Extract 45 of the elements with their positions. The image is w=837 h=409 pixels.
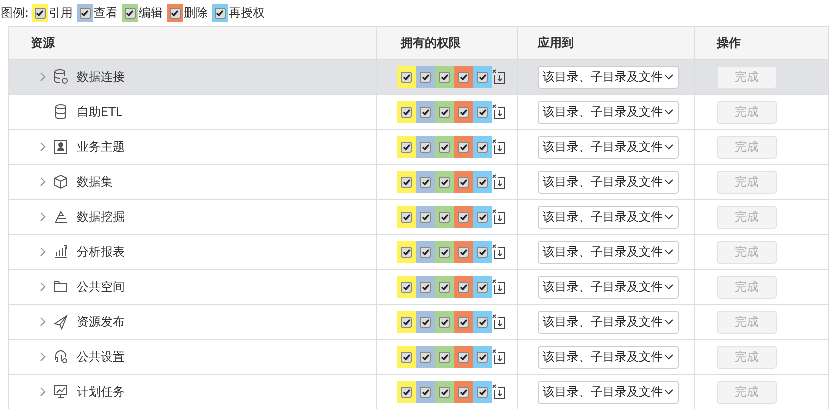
column-header: 拥有的权限 [401,34,461,52]
column-header: 操作 [717,34,741,52]
resource-name: 数据连接 [77,68,125,86]
caret-icon [664,319,674,325]
person-board-icon [53,139,69,155]
resource-name: 自助ETL [77,104,123,120]
resource-name: 计划任务 [77,384,125,400]
folder-icon [53,279,69,295]
checkbox[interactable] [124,8,136,18]
bar-chart-icon [53,244,69,260]
caret-icon [664,249,674,255]
checkbox[interactable] [80,8,91,18]
legend-item-label: 再授权 [229,4,266,22]
mining-icon [53,209,69,225]
legend-item-label: 查看 [94,4,118,22]
presentation-chart-icon [53,384,69,400]
checkbox[interactable] [214,8,226,18]
resource-name: 公共空间 [77,278,125,296]
caret-icon [664,284,674,290]
checkbox[interactable] [170,8,181,18]
column-header: 资源 [31,34,55,52]
resource-name: 数据集 [77,174,113,190]
paper-plane-icon [53,314,69,330]
resource-name: 数据挖掘 [77,208,125,226]
resource-name: 业务主题 [77,138,125,156]
caret-icon [664,74,674,80]
resource-name: 分析报表 [77,244,125,260]
caret-icon [664,354,674,360]
caret-icon [664,179,674,185]
legend-item-label: 编辑 [139,4,164,22]
caret-icon [664,144,674,150]
caret-icon [664,389,674,395]
resource-name: 资源发布 [77,314,125,330]
column-header: 应用到 [538,34,574,52]
database-icon [53,104,69,120]
legend-label: 图例: [1,4,30,22]
cube-icon [53,174,69,190]
legend-item-label: 引用 [49,4,74,22]
legend-item-label: 删除 [184,4,208,22]
caret-icon [664,109,674,115]
resource-name: 公共设置 [77,348,125,366]
caret-icon [664,214,674,220]
database-gear-icon [53,69,69,85]
checkbox[interactable] [34,8,46,18]
headset-gear-icon [53,349,69,365]
